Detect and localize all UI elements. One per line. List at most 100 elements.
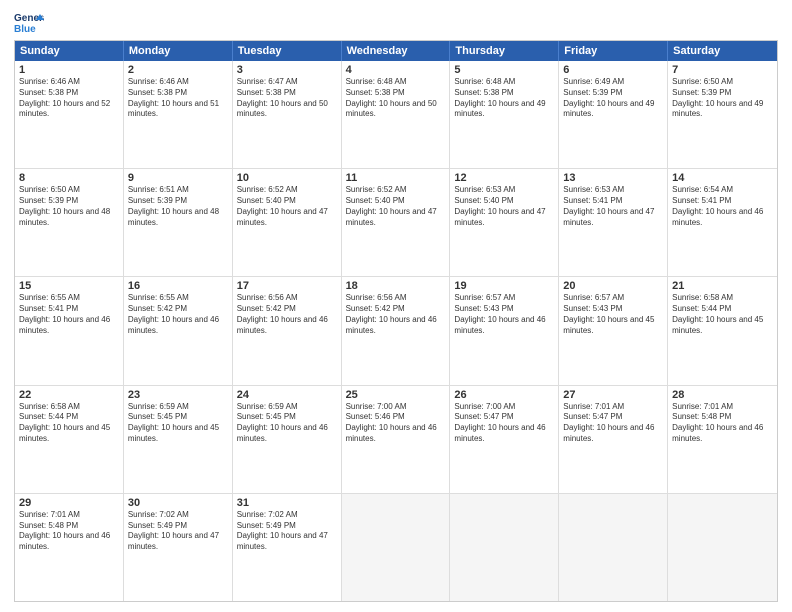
calendar-header: SundayMondayTuesdayWednesdayThursdayFrid… (15, 41, 777, 61)
cell-info: Sunrise: 6:56 AMSunset: 5:42 PMDaylight:… (346, 293, 446, 336)
cal-cell: 9Sunrise: 6:51 AMSunset: 5:39 PMDaylight… (124, 169, 233, 276)
cell-info: Sunrise: 6:59 AMSunset: 5:45 PMDaylight:… (128, 402, 228, 445)
cal-cell: 8Sunrise: 6:50 AMSunset: 5:39 PMDaylight… (15, 169, 124, 276)
cal-cell (668, 494, 777, 601)
day-number: 12 (454, 172, 554, 184)
calendar-body: 1Sunrise: 6:46 AMSunset: 5:38 PMDaylight… (15, 61, 777, 601)
cal-cell: 15Sunrise: 6:55 AMSunset: 5:41 PMDayligh… (15, 277, 124, 384)
cal-cell (450, 494, 559, 601)
cell-info: Sunrise: 7:00 AMSunset: 5:46 PMDaylight:… (346, 402, 446, 445)
cell-info: Sunrise: 6:48 AMSunset: 5:38 PMDaylight:… (454, 77, 554, 120)
day-number: 3 (237, 64, 337, 76)
cal-cell: 13Sunrise: 6:53 AMSunset: 5:41 PMDayligh… (559, 169, 668, 276)
header-day-saturday: Saturday (668, 41, 777, 61)
cal-cell: 25Sunrise: 7:00 AMSunset: 5:46 PMDayligh… (342, 386, 451, 493)
cell-info: Sunrise: 6:56 AMSunset: 5:42 PMDaylight:… (237, 293, 337, 336)
header-day-wednesday: Wednesday (342, 41, 451, 61)
cal-cell: 11Sunrise: 6:52 AMSunset: 5:40 PMDayligh… (342, 169, 451, 276)
cal-cell: 21Sunrise: 6:58 AMSunset: 5:44 PMDayligh… (668, 277, 777, 384)
day-number: 8 (19, 172, 119, 184)
cell-info: Sunrise: 6:59 AMSunset: 5:45 PMDaylight:… (237, 402, 337, 445)
day-number: 25 (346, 389, 446, 401)
cell-info: Sunrise: 6:47 AMSunset: 5:38 PMDaylight:… (237, 77, 337, 120)
cell-info: Sunrise: 6:49 AMSunset: 5:39 PMDaylight:… (563, 77, 663, 120)
cal-cell: 14Sunrise: 6:54 AMSunset: 5:41 PMDayligh… (668, 169, 777, 276)
cell-info: Sunrise: 6:57 AMSunset: 5:43 PMDaylight:… (454, 293, 554, 336)
logo: General Blue (14, 10, 44, 34)
cal-cell: 26Sunrise: 7:00 AMSunset: 5:47 PMDayligh… (450, 386, 559, 493)
cell-info: Sunrise: 6:53 AMSunset: 5:40 PMDaylight:… (454, 185, 554, 228)
cal-cell: 4Sunrise: 6:48 AMSunset: 5:38 PMDaylight… (342, 61, 451, 168)
cell-info: Sunrise: 6:52 AMSunset: 5:40 PMDaylight:… (237, 185, 337, 228)
week-row-3: 15Sunrise: 6:55 AMSunset: 5:41 PMDayligh… (15, 277, 777, 385)
cal-cell: 30Sunrise: 7:02 AMSunset: 5:49 PMDayligh… (124, 494, 233, 601)
header-day-sunday: Sunday (15, 41, 124, 61)
cal-cell: 5Sunrise: 6:48 AMSunset: 5:38 PMDaylight… (450, 61, 559, 168)
cal-cell: 19Sunrise: 6:57 AMSunset: 5:43 PMDayligh… (450, 277, 559, 384)
cell-info: Sunrise: 6:50 AMSunset: 5:39 PMDaylight:… (19, 185, 119, 228)
day-number: 13 (563, 172, 663, 184)
cell-info: Sunrise: 7:02 AMSunset: 5:49 PMDaylight:… (237, 510, 337, 553)
header: General Blue (14, 10, 778, 34)
day-number: 19 (454, 280, 554, 292)
cell-info: Sunrise: 6:58 AMSunset: 5:44 PMDaylight:… (672, 293, 773, 336)
svg-text:Blue: Blue (14, 24, 36, 34)
day-number: 22 (19, 389, 119, 401)
cal-cell: 2Sunrise: 6:46 AMSunset: 5:38 PMDaylight… (124, 61, 233, 168)
day-number: 9 (128, 172, 228, 184)
day-number: 27 (563, 389, 663, 401)
cal-cell: 28Sunrise: 7:01 AMSunset: 5:48 PMDayligh… (668, 386, 777, 493)
cell-info: Sunrise: 6:57 AMSunset: 5:43 PMDaylight:… (563, 293, 663, 336)
day-number: 28 (672, 389, 773, 401)
cal-cell: 16Sunrise: 6:55 AMSunset: 5:42 PMDayligh… (124, 277, 233, 384)
day-number: 10 (237, 172, 337, 184)
cal-cell: 6Sunrise: 6:49 AMSunset: 5:39 PMDaylight… (559, 61, 668, 168)
day-number: 23 (128, 389, 228, 401)
day-number: 7 (672, 64, 773, 76)
cell-info: Sunrise: 7:02 AMSunset: 5:49 PMDaylight:… (128, 510, 228, 553)
week-row-1: 1Sunrise: 6:46 AMSunset: 5:38 PMDaylight… (15, 61, 777, 169)
cell-info: Sunrise: 6:55 AMSunset: 5:42 PMDaylight:… (128, 293, 228, 336)
day-number: 18 (346, 280, 446, 292)
week-row-5: 29Sunrise: 7:01 AMSunset: 5:48 PMDayligh… (15, 494, 777, 601)
header-day-monday: Monday (124, 41, 233, 61)
cal-cell: 31Sunrise: 7:02 AMSunset: 5:49 PMDayligh… (233, 494, 342, 601)
header-day-friday: Friday (559, 41, 668, 61)
day-number: 21 (672, 280, 773, 292)
logo-icon: General Blue (14, 10, 44, 34)
day-number: 17 (237, 280, 337, 292)
cal-cell: 7Sunrise: 6:50 AMSunset: 5:39 PMDaylight… (668, 61, 777, 168)
cal-cell: 29Sunrise: 7:01 AMSunset: 5:48 PMDayligh… (15, 494, 124, 601)
day-number: 15 (19, 280, 119, 292)
cell-info: Sunrise: 7:01 AMSunset: 5:48 PMDaylight:… (672, 402, 773, 445)
cal-cell: 27Sunrise: 7:01 AMSunset: 5:47 PMDayligh… (559, 386, 668, 493)
day-number: 1 (19, 64, 119, 76)
day-number: 20 (563, 280, 663, 292)
cell-info: Sunrise: 6:50 AMSunset: 5:39 PMDaylight:… (672, 77, 773, 120)
day-number: 26 (454, 389, 554, 401)
calendar: SundayMondayTuesdayWednesdayThursdayFrid… (14, 40, 778, 602)
cell-info: Sunrise: 6:51 AMSunset: 5:39 PMDaylight:… (128, 185, 228, 228)
page-container: General Blue SundayMondayTuesdayWednesda… (0, 0, 792, 612)
cell-info: Sunrise: 6:58 AMSunset: 5:44 PMDaylight:… (19, 402, 119, 445)
cell-info: Sunrise: 6:46 AMSunset: 5:38 PMDaylight:… (128, 77, 228, 120)
cal-cell: 1Sunrise: 6:46 AMSunset: 5:38 PMDaylight… (15, 61, 124, 168)
cell-info: Sunrise: 7:00 AMSunset: 5:47 PMDaylight:… (454, 402, 554, 445)
day-number: 31 (237, 497, 337, 509)
cal-cell: 17Sunrise: 6:56 AMSunset: 5:42 PMDayligh… (233, 277, 342, 384)
day-number: 29 (19, 497, 119, 509)
cal-cell: 24Sunrise: 6:59 AMSunset: 5:45 PMDayligh… (233, 386, 342, 493)
cell-info: Sunrise: 6:52 AMSunset: 5:40 PMDaylight:… (346, 185, 446, 228)
cell-info: Sunrise: 7:01 AMSunset: 5:47 PMDaylight:… (563, 402, 663, 445)
cell-info: Sunrise: 6:48 AMSunset: 5:38 PMDaylight:… (346, 77, 446, 120)
day-number: 16 (128, 280, 228, 292)
cal-cell: 23Sunrise: 6:59 AMSunset: 5:45 PMDayligh… (124, 386, 233, 493)
header-day-tuesday: Tuesday (233, 41, 342, 61)
day-number: 2 (128, 64, 228, 76)
week-row-2: 8Sunrise: 6:50 AMSunset: 5:39 PMDaylight… (15, 169, 777, 277)
cell-info: Sunrise: 6:54 AMSunset: 5:41 PMDaylight:… (672, 185, 773, 228)
cal-cell: 20Sunrise: 6:57 AMSunset: 5:43 PMDayligh… (559, 277, 668, 384)
cell-info: Sunrise: 6:53 AMSunset: 5:41 PMDaylight:… (563, 185, 663, 228)
cell-info: Sunrise: 6:46 AMSunset: 5:38 PMDaylight:… (19, 77, 119, 120)
cal-cell: 3Sunrise: 6:47 AMSunset: 5:38 PMDaylight… (233, 61, 342, 168)
